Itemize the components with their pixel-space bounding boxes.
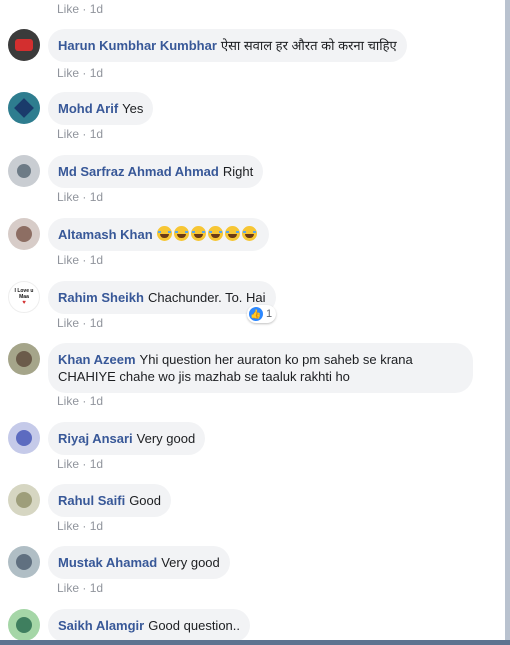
avatar[interactable] (8, 343, 40, 375)
comment-text: Yes (122, 101, 144, 116)
avatar[interactable] (8, 546, 40, 578)
scrollbar-edge (505, 0, 510, 645)
like-link[interactable]: Like (57, 127, 79, 141)
comment-meta: Like · 1d (57, 190, 104, 204)
comment-text: ऐसा सवाल हर औरत को करना चाहिए (220, 38, 397, 53)
like-link[interactable]: Like (57, 2, 79, 16)
comment-text: Good (129, 493, 161, 508)
avatar[interactable] (8, 609, 40, 641)
avatar[interactable] (8, 155, 40, 187)
comment-text: Right (222, 164, 254, 179)
reaction-badge[interactable]: 👍 1 (247, 305, 277, 323)
comment-meta: Like · 1d (57, 519, 104, 533)
laughing-tears-emoji (241, 226, 257, 241)
comment-meta: Like · 1d (57, 66, 104, 80)
comment-time: 1d (89, 581, 104, 595)
avatar[interactable] (8, 218, 40, 250)
comment-bubble: Saikh Alamgir Good question.. (48, 609, 251, 642)
like-link[interactable]: Like (57, 253, 79, 267)
comment-bubble: Rahul Saifi Good (48, 484, 171, 517)
like-link[interactable]: Like (57, 394, 79, 408)
comment-meta: Like · 1d (57, 457, 104, 471)
comment-bubble: Mustak Ahamad Very good (48, 546, 230, 579)
comment-meta: Like · 1d (57, 127, 104, 141)
avatar[interactable] (8, 484, 40, 516)
comment-time: 1d (89, 127, 104, 141)
comment-bubble: Khan Azeem Yhi question her auraton ko pm… (48, 343, 473, 393)
comment-bubble: Mohd Arif Yes (48, 92, 154, 125)
comment-time: 1d (89, 190, 104, 204)
laughing-tears-emoji (156, 226, 172, 241)
commenter-name[interactable]: Rahul Saifi (58, 493, 125, 508)
comment-time: 1d (89, 66, 104, 80)
like-link[interactable]: Like (57, 190, 79, 204)
comment-time: 1d (89, 394, 104, 408)
like-link[interactable]: Like (57, 519, 79, 533)
comment-time: 1d (89, 2, 104, 16)
commenter-name[interactable]: Rahim Sheikh (58, 290, 144, 305)
commenter-name[interactable]: Altamash Khan (58, 227, 153, 242)
commenter-name[interactable]: Mustak Ahamad (58, 555, 157, 570)
comment-meta: Like · 1d (57, 253, 104, 267)
commenter-name[interactable]: Md Sarfraz Ahmad Ahmad (58, 164, 219, 179)
commenter-name[interactable]: Mohd Arif (58, 101, 118, 116)
comment-time: 1d (89, 316, 104, 330)
commenter-name[interactable]: Saikh Alamgir (58, 618, 144, 633)
commenter-name[interactable]: Khan Azeem (58, 352, 136, 367)
laughing-tears-emoji (190, 226, 206, 241)
comment-text: Very good (161, 555, 220, 570)
comment-meta: Like · 1d (57, 316, 104, 330)
comment-text: Very good (136, 431, 196, 446)
comment-meta: Like · 1d (57, 394, 104, 408)
avatar[interactable] (8, 422, 40, 454)
avatar[interactable] (8, 92, 40, 124)
comment-time: 1d (89, 457, 104, 471)
like-link[interactable]: Like (57, 316, 79, 330)
like-thumb-icon: 👍 (249, 307, 263, 321)
avatar-text: I Love u Maa (14, 288, 34, 300)
commenter-name[interactable]: Riyaj Ansari (58, 431, 133, 446)
like-link[interactable]: Like (57, 66, 79, 80)
comment-bubble: Rahim Sheikh Chachunder. To. Hai (48, 281, 276, 314)
avatar[interactable]: I Love u Maa ♥ (8, 281, 40, 313)
comment-bubble: Md Sarfraz Ahmad Ahmad Right (48, 155, 264, 188)
laughing-tears-emoji (173, 226, 189, 241)
comment-bubble: Riyaj Ansari Very good (48, 422, 206, 455)
like-link[interactable]: Like (57, 457, 79, 471)
comment-text: Good question.. (148, 618, 241, 633)
window-bottom-edge (0, 640, 510, 645)
commenter-name[interactable]: Harun Kumbhar Kumbhar (58, 38, 217, 53)
laughing-tears-emoji (224, 226, 240, 241)
comment-bubble: Harun Kumbhar Kumbhar ऐसा सवाल हर औरत को … (48, 29, 407, 62)
comment-meta: Like · 1d (57, 581, 104, 595)
comments-page: Like · 1d Harun Kumbhar Kumbhar ऐसा सवाल … (0, 0, 510, 645)
comment-text: Chachunder. To. Hai (147, 290, 266, 305)
comment-bubble: Altamash Khan (48, 218, 269, 251)
like-link[interactable]: Like (57, 581, 79, 595)
heart-icon: ♥ (22, 300, 26, 306)
reaction-count: 1 (266, 308, 273, 320)
top-comment-meta: Like · 1d (57, 2, 104, 16)
avatar[interactable] (8, 29, 40, 61)
comment-time: 1d (89, 519, 104, 533)
laughing-tears-emoji (207, 226, 223, 241)
comment-time: 1d (89, 253, 104, 267)
